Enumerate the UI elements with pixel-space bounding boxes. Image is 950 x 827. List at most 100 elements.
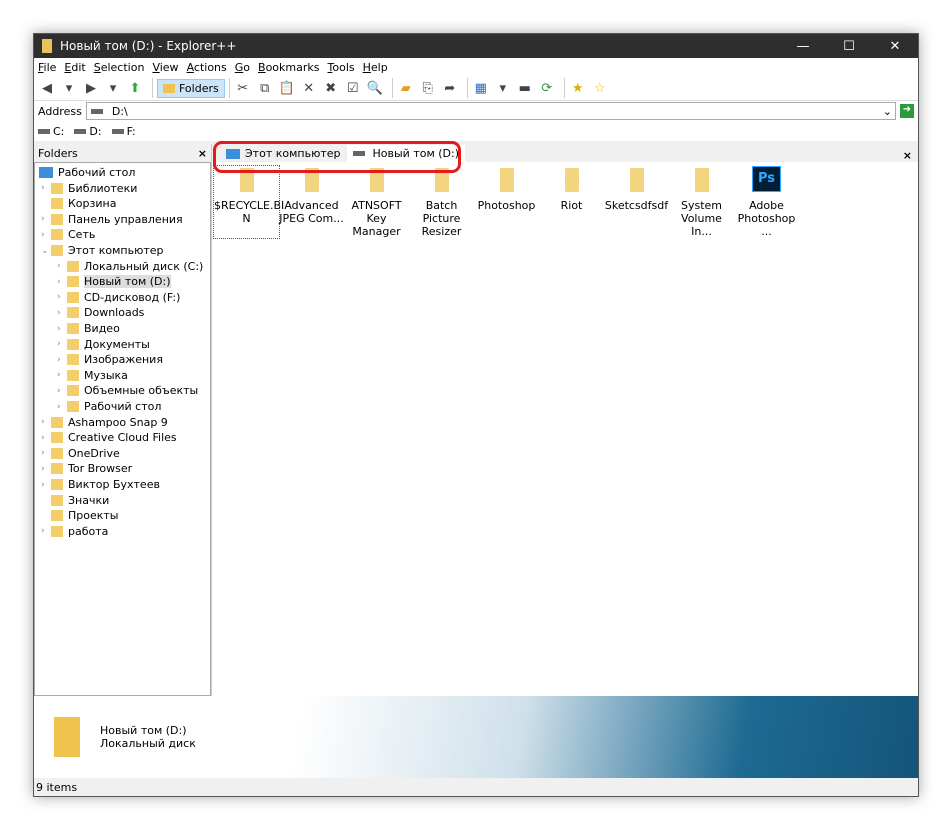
- expand-arrow-icon[interactable]: ›: [57, 261, 67, 271]
- menu-actions[interactable]: Actions: [187, 61, 227, 74]
- file-item[interactable]: Riot: [539, 166, 604, 238]
- menu-help[interactable]: Help: [363, 61, 388, 74]
- expand-arrow-icon[interactable]: ›: [57, 402, 67, 412]
- forward-icon[interactable]: ▶: [82, 79, 100, 97]
- tree-item[interactable]: Значки: [41, 493, 109, 508]
- folder-tree[interactable]: Рабочий стол › Библиотеки Корзина › Панель уп…: [34, 162, 211, 696]
- back-dropdown-icon[interactable]: ▾: [60, 79, 78, 97]
- views-icon[interactable]: ▦: [472, 79, 490, 97]
- file-name: ATNSOFT Key: [351, 199, 402, 225]
- file-item[interactable]: Ps Adobe Photoshop ...: [734, 166, 799, 238]
- up-icon[interactable]: ⬆: [126, 79, 144, 97]
- tree-item-label: Этот компьютер: [68, 244, 164, 257]
- close-folders-icon[interactable]: ×: [198, 147, 207, 160]
- file-item[interactable]: Photoshop: [474, 166, 539, 238]
- address-input[interactable]: D:\ ⌄: [85, 102, 896, 120]
- file-item[interactable]: $RECYCLE.BI N: [213, 165, 284, 239]
- expand-arrow-icon[interactable]: ›: [41, 464, 51, 474]
- tree-item[interactable]: › Виктор Бухтеев: [41, 477, 160, 492]
- menu-go[interactable]: Go: [235, 61, 250, 74]
- file-item[interactable]: Advanced JPEG Com...: [279, 166, 344, 238]
- close-tab-icon[interactable]: ×: [903, 149, 912, 162]
- folders-button[interactable]: Folders: [157, 78, 225, 98]
- tree-item[interactable]: › OneDrive: [41, 446, 120, 461]
- search-icon[interactable]: 🔍: [366, 79, 384, 97]
- menu-bookmarks[interactable]: Bookmarks: [258, 61, 319, 74]
- tree-item[interactable]: › Музыка: [57, 368, 128, 383]
- tree-item[interactable]: › Библиотеки: [41, 181, 137, 196]
- file-item[interactable]: System Volume In...: [669, 166, 734, 238]
- file-item[interactable]: Batch Picture Resizer: [409, 166, 474, 238]
- tree-item[interactable]: › Новый том (D:): [57, 274, 171, 289]
- bookmarks-icon[interactable]: ☆: [591, 79, 609, 97]
- expand-arrow-icon[interactable]: ›: [57, 277, 67, 287]
- tree-item[interactable]: › Downloads: [57, 305, 144, 320]
- tree-item[interactable]: › Рабочий стол: [57, 399, 161, 414]
- go-icon[interactable]: ➜: [900, 104, 914, 118]
- tree-item[interactable]: › CD-дисковод (F:): [57, 290, 180, 305]
- expand-arrow-icon[interactable]: ›: [57, 386, 67, 396]
- menu-file[interactable]: File: [38, 61, 56, 74]
- maximize-button[interactable]: ☐: [826, 39, 872, 54]
- tree-item[interactable]: › Панель управления: [41, 212, 183, 227]
- move-to-icon[interactable]: ➦: [441, 79, 459, 97]
- tree-item[interactable]: › Creative Cloud Files: [41, 430, 177, 445]
- expand-arrow-icon[interactable]: ›: [41, 230, 51, 240]
- file-item[interactable]: Sketcsdfsdf: [604, 166, 669, 238]
- address-value: D:\: [111, 104, 128, 118]
- copy-to-icon[interactable]: ⎘: [419, 79, 437, 97]
- tree-item[interactable]: › Видео: [57, 321, 120, 336]
- expand-arrow-icon[interactable]: ›: [57, 292, 67, 302]
- tree-item[interactable]: Корзина: [41, 196, 116, 211]
- command-prompt-icon[interactable]: ▬: [516, 79, 534, 97]
- cut-icon[interactable]: ✂: [234, 79, 252, 97]
- expand-arrow-icon[interactable]: ⌄: [41, 246, 51, 256]
- menu-edit[interactable]: Edit: [64, 61, 85, 74]
- menu-selection[interactable]: Selection: [94, 61, 145, 74]
- file-item[interactable]: ATNSOFT Key Manager: [344, 166, 409, 238]
- drive-c[interactable]: C:: [38, 125, 64, 138]
- expand-arrow-icon[interactable]: ›: [41, 433, 51, 443]
- tree-item[interactable]: › Объемные объекты: [57, 383, 198, 398]
- drive-d[interactable]: D:: [74, 125, 102, 138]
- paste-icon[interactable]: 📋: [278, 79, 296, 97]
- expand-arrow-icon[interactable]: ›: [57, 370, 67, 380]
- delete-permanently-icon[interactable]: ✖: [322, 79, 340, 97]
- tree-item[interactable]: › Ashampoo Snap 9: [41, 415, 168, 430]
- chevron-down-icon[interactable]: ⌄: [883, 105, 892, 118]
- forward-dropdown-icon[interactable]: ▾: [104, 79, 122, 97]
- menu-view[interactable]: View: [152, 61, 178, 74]
- tree-item[interactable]: ⌄ Этот компьютер: [41, 243, 164, 258]
- tree-item[interactable]: › Сеть: [41, 227, 95, 242]
- close-button[interactable]: ✕: [872, 39, 918, 54]
- back-icon[interactable]: ◀: [38, 79, 56, 97]
- tree-item[interactable]: Рабочий стол: [39, 165, 135, 180]
- expand-arrow-icon[interactable]: ›: [57, 324, 67, 334]
- delete-icon[interactable]: ✕: [300, 79, 318, 97]
- expand-arrow-icon[interactable]: ›: [41, 480, 51, 490]
- properties-icon[interactable]: ☑: [344, 79, 362, 97]
- expand-arrow-icon[interactable]: ›: [57, 355, 67, 365]
- new-folder-icon[interactable]: ▰: [397, 79, 415, 97]
- tree-item[interactable]: › Изображения: [57, 352, 163, 367]
- drive-f[interactable]: F:: [111, 125, 136, 138]
- add-bookmark-icon[interactable]: ★: [569, 79, 587, 97]
- views-dropdown-icon[interactable]: ▾: [494, 79, 512, 97]
- expand-arrow-icon[interactable]: ›: [41, 526, 51, 536]
- tree-item[interactable]: › Tor Browser: [41, 461, 132, 476]
- copy-icon[interactable]: ⧉: [256, 79, 274, 97]
- minimize-button[interactable]: —: [780, 39, 826, 54]
- expand-arrow-icon[interactable]: ›: [41, 214, 51, 224]
- file-name: Riot: [560, 199, 583, 212]
- expand-arrow-icon[interactable]: ›: [41, 448, 51, 458]
- tree-item[interactable]: Проекты: [41, 508, 119, 523]
- refresh-icon[interactable]: ⟳: [538, 79, 556, 97]
- expand-arrow-icon[interactable]: ›: [41, 183, 51, 193]
- tree-item[interactable]: › Документы: [57, 337, 150, 352]
- menu-tools[interactable]: Tools: [328, 61, 355, 74]
- expand-arrow-icon[interactable]: ›: [57, 339, 67, 349]
- tree-item[interactable]: › работа: [41, 524, 108, 539]
- expand-arrow-icon[interactable]: ›: [41, 417, 51, 427]
- expand-arrow-icon[interactable]: ›: [57, 308, 67, 318]
- tree-item[interactable]: › Локальный диск (C:): [57, 259, 203, 274]
